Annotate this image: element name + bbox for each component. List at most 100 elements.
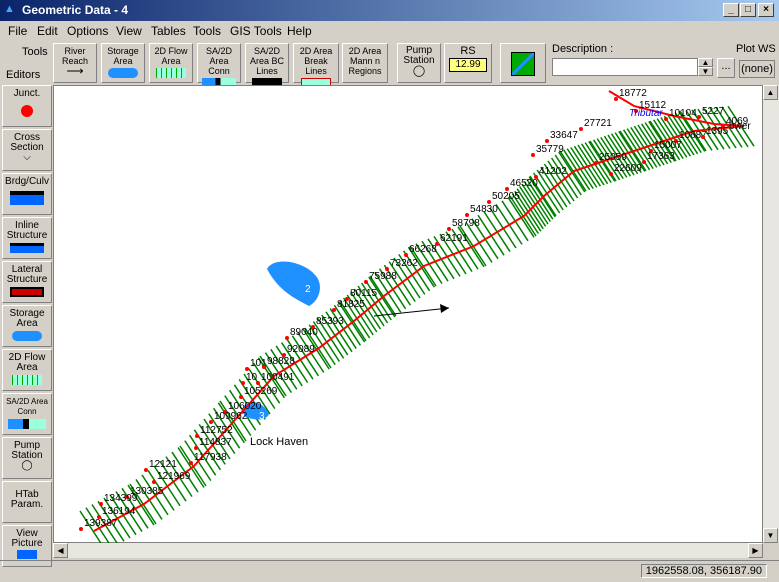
station-marker[interactable] (285, 336, 289, 340)
htab-param-button[interactable]: HTab Param. (2, 481, 52, 523)
grid-icon (156, 68, 186, 78)
sa-2d-conn-editor-button[interactable]: SA/2D Area Conn (2, 393, 52, 435)
station-marker[interactable] (642, 160, 646, 164)
station-marker[interactable] (209, 420, 213, 424)
vertical-scrollbar[interactable]: ▲ ▼ (763, 85, 779, 543)
station-marker[interactable] (364, 280, 368, 284)
main-river-reach[interactable] (93, 125, 745, 532)
menu-options[interactable]: Options (67, 24, 108, 38)
station-label: 17363 (647, 151, 675, 162)
station-label: 139387 (84, 518, 118, 529)
station-marker[interactable] (194, 446, 198, 450)
sa-2d-conn-button[interactable]: SA/2D Area Conn (197, 43, 241, 88)
inline-structure-button[interactable]: Inline Structure (2, 217, 52, 259)
station-label: 18772 (619, 88, 647, 99)
mann-n-button[interactable]: 2D Area Mann n Regions (342, 43, 388, 83)
description-input[interactable] (552, 58, 698, 76)
flow-area-2d-editor-button[interactable]: 2D Flow Area (2, 349, 52, 391)
scroll-up-arrow[interactable]: ▲ (763, 85, 778, 100)
pump-station-button[interactable]: Pump Station ◯ (397, 43, 441, 83)
station-label: 41202 (539, 166, 567, 177)
menu-tools[interactable]: Tools (193, 24, 221, 38)
station-label: 98828 (267, 356, 295, 367)
station-marker[interactable] (545, 139, 549, 143)
station-marker[interactable] (262, 365, 266, 369)
station-marker[interactable] (697, 115, 701, 119)
station-marker[interactable] (594, 161, 598, 165)
station-marker[interactable] (241, 381, 245, 385)
horizontal-scrollbar[interactable]: ◀ ▶ (53, 543, 763, 558)
station-marker[interactable] (465, 213, 469, 217)
station-label: 114837 (199, 437, 232, 448)
storage-id-3: 3 (259, 411, 265, 422)
station-marker[interactable] (152, 480, 156, 484)
station-marker[interactable] (404, 253, 408, 257)
minimize-button[interactable]: _ (723, 3, 739, 17)
map-canvas[interactable]: 18772 15112 10104 5227 4069 27721 33647 10687 13… (53, 85, 764, 552)
junction-button[interactable]: Junct. (2, 85, 52, 127)
storage-area-button[interactable]: Storage Area (101, 43, 145, 83)
menu-file[interactable]: File (8, 24, 27, 38)
station-marker[interactable] (664, 117, 668, 121)
station-marker[interactable] (79, 527, 83, 531)
rs-button[interactable]: RS 12.99 (444, 43, 492, 83)
storage-area-editor-label: Storage Area (9, 308, 45, 329)
station-marker[interactable] (614, 97, 618, 101)
sa-2d-conn-label: SA/2D Area Conn (205, 46, 232, 76)
inline-icon (10, 243, 44, 253)
picture-button[interactable] (500, 43, 546, 83)
station-label: 22609 (614, 163, 642, 174)
station-marker[interactable] (447, 227, 451, 231)
station-label: 15007 (654, 140, 682, 151)
station-marker[interactable] (531, 153, 535, 157)
status-bar: 1962558.08, 356187.90 (0, 560, 779, 582)
lateral-structure-button[interactable]: Lateral Structure (2, 261, 52, 303)
menu-edit[interactable]: Edit (37, 24, 58, 38)
flow-area-2d-label: 2D Flow Area (154, 46, 188, 66)
storage-area-editor-button[interactable]: Storage Area (2, 305, 52, 347)
bridge-icon (10, 191, 44, 205)
station-marker[interactable] (609, 172, 613, 176)
station-label: 73262 (390, 258, 418, 269)
station-marker[interactable] (332, 308, 336, 312)
storage-area-2[interactable] (267, 261, 320, 306)
menu-tables[interactable]: Tables (151, 24, 186, 38)
breaklines-button[interactable]: 2D Area Break Lines (293, 43, 339, 88)
scroll-down-arrow[interactable]: ▼ (763, 528, 778, 543)
sa-2d-bc-label: SA/2D Area BC Lines (249, 46, 284, 76)
storage-area-label: Storage Area (107, 46, 139, 66)
junction-label: Junct. (13, 88, 41, 99)
maximize-button[interactable]: □ (740, 3, 756, 17)
station-marker[interactable] (579, 127, 583, 131)
cross-section-button[interactable]: Cross Section ⌵ (2, 129, 52, 171)
coords-readout: 1962558.08, 356187.90 (640, 564, 767, 578)
menu-help[interactable]: Help (287, 24, 312, 38)
station-marker[interactable] (144, 468, 148, 472)
station-marker[interactable] (256, 381, 260, 385)
river-label-2: ower (729, 121, 751, 132)
close-button[interactable]: × (758, 3, 774, 17)
station-marker[interactable] (245, 367, 249, 371)
ellipsis-button[interactable]: ... (717, 58, 735, 78)
plot-ws-value[interactable]: (none) (739, 60, 775, 78)
scroll-left-arrow[interactable]: ◀ (53, 543, 68, 558)
menu-view[interactable]: View (116, 24, 142, 38)
pump-station-editor-button[interactable]: Pump Station ◯ (2, 437, 52, 479)
sa-2d-conn-editor-label: SA/2D Area Conn (6, 397, 48, 416)
description-spin-down[interactable]: ▼ (698, 67, 713, 76)
station-label: 5227 (702, 106, 725, 117)
flow-area-2d-editor-label: 2D Flow Area (8, 352, 46, 373)
station-marker[interactable] (701, 135, 705, 139)
bridge-culvert-button[interactable]: Brdg/Culv (2, 173, 52, 215)
scroll-right-arrow[interactable]: ▶ (748, 543, 763, 558)
station-marker[interactable] (239, 395, 243, 399)
flow-area-2d-button[interactable]: 2D Flow Area (149, 43, 193, 83)
station-marker[interactable] (189, 461, 193, 465)
description-spin-up[interactable]: ▲ (698, 58, 713, 67)
geometry-map[interactable]: 187721511210104 522740692772133647 10687 13… (54, 86, 764, 552)
river-reach-button[interactable]: River Reach ⟶ (53, 43, 97, 83)
menu-gis-tools[interactable]: GIS Tools (230, 24, 282, 38)
river-label: Tributar (629, 108, 663, 119)
sa-2d-bc-button[interactable]: SA/2D Area BC Lines (245, 43, 289, 86)
flow-grid-icon (12, 375, 42, 385)
